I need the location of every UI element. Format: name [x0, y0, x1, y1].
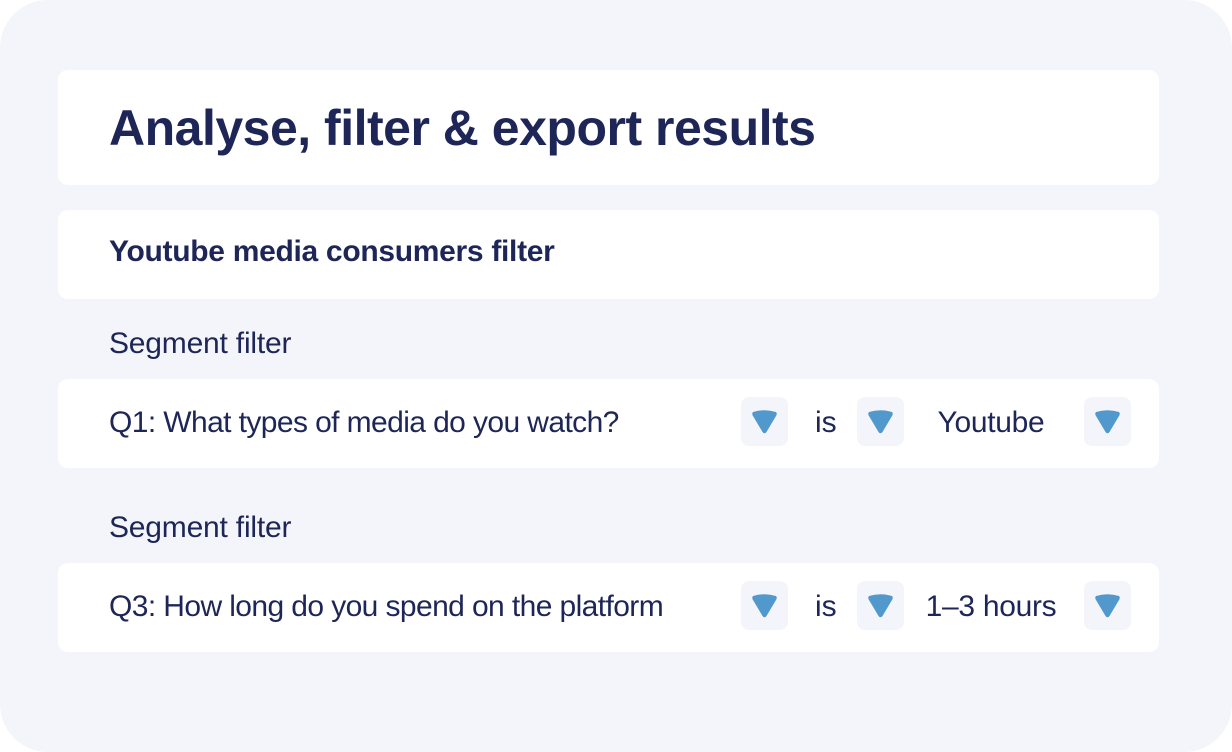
- segment-filter-label: Segment filter: [109, 511, 292, 544]
- chevron-down-icon: [752, 594, 777, 618]
- question-text: Q3: How long do you spend on the platfor…: [109, 590, 664, 623]
- question-text: Q1: What types of media do you watch?: [109, 406, 619, 439]
- chevron-down-icon: [868, 594, 893, 618]
- segment-filter-row: Q3: How long do you spend on the platfor…: [58, 563, 1159, 652]
- chevron-down-icon: [752, 410, 777, 434]
- operator-dropdown-button[interactable]: [857, 581, 904, 630]
- chevron-down-icon: [868, 410, 893, 434]
- filter-group-name: Youtube media consumers filter: [109, 235, 555, 268]
- operator-text: is: [815, 406, 837, 439]
- segment-filter-label: Segment filter: [109, 327, 292, 360]
- value-dropdown-button[interactable]: [1084, 397, 1131, 446]
- filter-group-card: Youtube media consumers filter: [58, 210, 1159, 299]
- page-title: Analyse, filter & export results: [109, 100, 816, 156]
- app-frame: Analyse, filter & export results Youtube…: [0, 0, 1232, 752]
- value-dropdown-button[interactable]: [1084, 581, 1131, 630]
- title-card: Analyse, filter & export results: [58, 70, 1159, 185]
- operator-dropdown-button[interactable]: [857, 397, 904, 446]
- value-text: 1–3 hours: [925, 590, 1057, 623]
- segment-filter-row: Q1: What types of media do you watch? is…: [58, 379, 1159, 468]
- chevron-down-icon: [1095, 594, 1120, 618]
- question-dropdown-button[interactable]: [741, 397, 788, 446]
- question-dropdown-button[interactable]: [741, 581, 788, 630]
- chevron-down-icon: [1095, 410, 1120, 434]
- operator-text: is: [815, 590, 837, 623]
- value-text: Youtube: [937, 406, 1045, 439]
